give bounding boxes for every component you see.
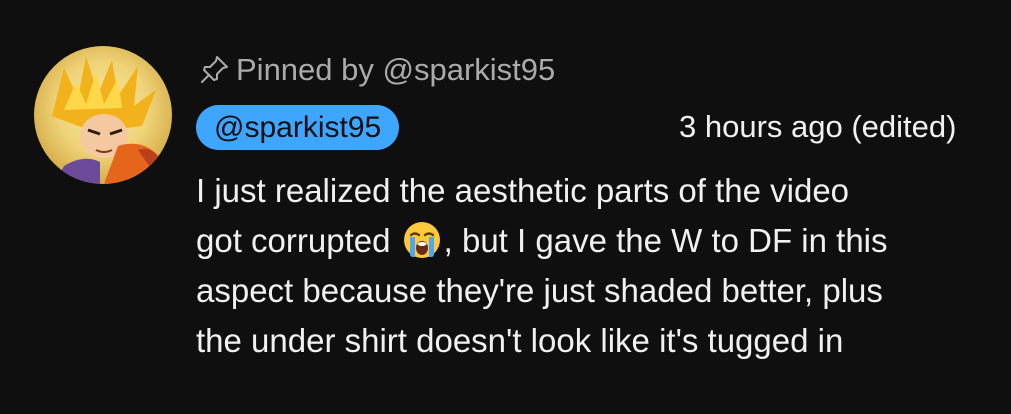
comment-line-2: got corrupted , but I gave the W to DF i… <box>196 216 1011 266</box>
comment-line-4: the under shirt doesn't look like it's t… <box>196 322 844 359</box>
comment-line-3: aspect because they're just shaded bette… <box>196 272 883 309</box>
author-name-badge[interactable]: @sparkist95 <box>196 105 400 150</box>
loudly-crying-face-icon <box>402 220 442 260</box>
pinned-by-text: Pinned by @sparkist95 <box>236 52 556 87</box>
anime-character-avatar-icon <box>52 56 160 184</box>
pin-icon <box>198 54 230 86</box>
comment-line-2-start: got corrupted <box>196 222 391 259</box>
comment-line-2-end: , but I gave the W to DF in this <box>443 222 888 259</box>
comment-timestamp[interactable]: 3 hours ago (edited) <box>679 106 956 148</box>
comment-line-1: I just realized the aesthetic parts of t… <box>196 172 850 209</box>
comment-text: I just realized the aesthetic parts of t… <box>196 166 1011 366</box>
pinned-label: Pinned by @sparkist95 <box>198 50 555 90</box>
avatar[interactable] <box>34 46 172 184</box>
